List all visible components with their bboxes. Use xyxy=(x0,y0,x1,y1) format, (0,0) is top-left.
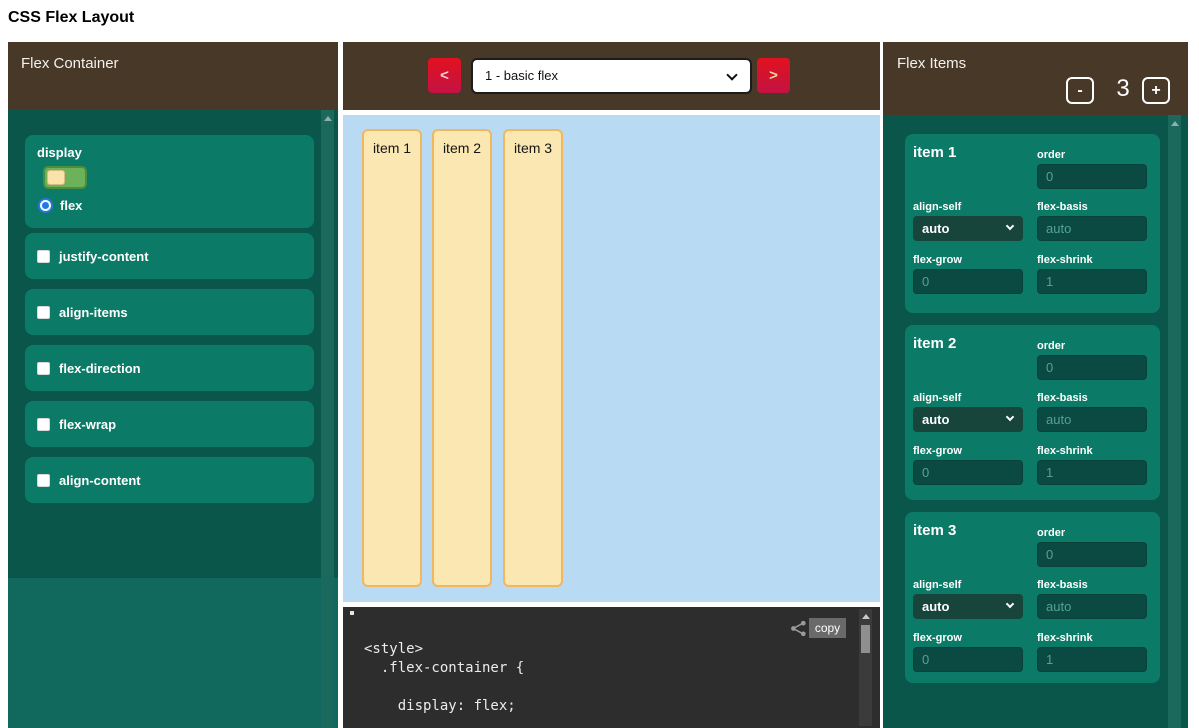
flex-basis-label: flex-basis xyxy=(1037,201,1088,213)
flex-wrap-card: flex-wrap xyxy=(25,401,314,447)
align-items-card: align-items xyxy=(25,289,314,335)
previous-example-button[interactable]: < xyxy=(428,58,461,93)
item-3-order-input[interactable] xyxy=(1037,542,1147,567)
order-label: order xyxy=(1037,149,1065,161)
copy-button[interactable]: copy xyxy=(809,618,846,638)
item-2-align-self-value: auto xyxy=(922,412,949,427)
chevron-down-icon xyxy=(726,69,737,80)
justify-content-checkbox[interactable] xyxy=(37,250,50,263)
display-property-card: display flex xyxy=(25,135,314,228)
scroll-up-icon[interactable] xyxy=(324,116,332,121)
item-1-title: item 1 xyxy=(913,144,956,161)
item-1-card: item 1 order align-self auto flex-basis … xyxy=(905,134,1160,313)
flex-wrap-label: flex-wrap xyxy=(59,417,116,432)
css-code-block: <style> .flex-container { display: flex; xyxy=(364,640,524,716)
preview-panel: < 1 - basic flex > item 1 item 2 item 3 … xyxy=(343,42,880,728)
flex-items-scrollbar[interactable] xyxy=(1168,115,1181,728)
flex-basis-label: flex-basis xyxy=(1037,579,1088,591)
flex-direction-label: flex-direction xyxy=(59,361,141,376)
flex-container-panel-header: Flex Container xyxy=(8,42,338,110)
chevron-down-icon xyxy=(1006,413,1014,421)
chevron-down-icon xyxy=(1006,222,1014,230)
item-1-flex-basis-input[interactable] xyxy=(1037,216,1147,241)
item-3-align-self-value: auto xyxy=(922,599,949,614)
item-3-card: item 3 order align-self auto flex-basis … xyxy=(905,512,1160,683)
align-self-label: align-self xyxy=(913,201,961,213)
align-items-label: align-items xyxy=(59,305,128,320)
flex-radio-label: flex xyxy=(60,198,82,213)
align-self-label: align-self xyxy=(913,392,961,404)
flex-items-panel-header: Flex Items - 3 + xyxy=(883,42,1188,115)
justify-content-card: justify-content xyxy=(25,233,314,279)
align-self-label: align-self xyxy=(913,579,961,591)
flex-radio-dot xyxy=(42,202,49,209)
flex-shrink-label: flex-shrink xyxy=(1037,445,1093,457)
flex-radio[interactable] xyxy=(38,198,53,213)
flex-shrink-label: flex-shrink xyxy=(1037,632,1093,644)
item-1-order-input[interactable] xyxy=(1037,164,1147,189)
code-panel: <style> .flex-container { display: flex;… xyxy=(343,607,880,728)
code-cursor-dot xyxy=(350,611,354,615)
flex-direction-card: flex-direction xyxy=(25,345,314,391)
align-content-checkbox[interactable] xyxy=(37,474,50,487)
preview-flex-item-2: item 2 xyxy=(432,129,492,587)
example-select[interactable]: 1 - basic flex xyxy=(471,58,752,94)
flex-shrink-label: flex-shrink xyxy=(1037,254,1093,266)
preview-header: < 1 - basic flex > xyxy=(343,42,880,110)
flex-container-scrollbar[interactable] xyxy=(321,110,334,728)
remove-item-button[interactable]: - xyxy=(1066,77,1094,104)
item-2-flex-shrink-input[interactable] xyxy=(1037,460,1147,485)
next-example-button[interactable]: > xyxy=(757,58,790,93)
code-scrollbar-thumb[interactable] xyxy=(861,625,870,653)
flex-direction-checkbox[interactable] xyxy=(37,362,50,375)
scroll-up-icon[interactable] xyxy=(1171,121,1179,126)
code-scrollbar[interactable] xyxy=(859,609,872,726)
flex-container-panel-title: Flex Container xyxy=(21,55,119,72)
flex-container-panel-body: display flex justify-content align-items… xyxy=(8,110,338,728)
item-3-flex-grow-input[interactable] xyxy=(913,647,1023,672)
page-title: CSS Flex Layout xyxy=(8,9,134,27)
item-3-flex-basis-input[interactable] xyxy=(1037,594,1147,619)
item-1-align-self-select[interactable]: auto xyxy=(913,216,1023,241)
flex-items-panel-title: Flex Items xyxy=(897,55,966,72)
display-label: display xyxy=(37,145,302,160)
align-items-checkbox[interactable] xyxy=(37,306,50,319)
flex-container-panel: Flex Container display flex justify-cont… xyxy=(8,42,338,728)
chevron-down-icon xyxy=(1006,600,1014,608)
display-toggle-knob xyxy=(47,170,65,185)
item-3-title: item 3 xyxy=(913,522,956,539)
item-2-title: item 2 xyxy=(913,335,956,352)
flex-grow-label: flex-grow xyxy=(913,632,962,644)
scroll-up-icon[interactable] xyxy=(862,614,870,619)
order-label: order xyxy=(1037,340,1065,352)
example-select-value: 1 - basic flex xyxy=(485,68,558,83)
flex-items-panel: Flex Items - 3 + item 1 order align-self… xyxy=(883,42,1188,728)
align-content-label: align-content xyxy=(59,473,141,488)
item-1-align-self-value: auto xyxy=(922,221,949,236)
share-icon[interactable] xyxy=(790,620,807,637)
item-3-align-self-select[interactable]: auto xyxy=(913,594,1023,619)
item-2-flex-grow-input[interactable] xyxy=(913,460,1023,485)
item-2-card: item 2 order align-self auto flex-basis … xyxy=(905,325,1160,500)
item-2-order-input[interactable] xyxy=(1037,355,1147,380)
order-label: order xyxy=(1037,527,1065,539)
display-toggle[interactable] xyxy=(43,166,87,189)
flex-items-panel-body: item 1 order align-self auto flex-basis … xyxy=(883,115,1188,728)
justify-content-label: justify-content xyxy=(59,249,149,264)
item-1-flex-grow-input[interactable] xyxy=(913,269,1023,294)
preview-flex-item-1: item 1 xyxy=(362,129,422,587)
flex-grow-label: flex-grow xyxy=(913,445,962,457)
flex-basis-label: flex-basis xyxy=(1037,392,1088,404)
item-2-align-self-select[interactable]: auto xyxy=(913,407,1023,432)
flex-grow-label: flex-grow xyxy=(913,254,962,266)
item-count: 3 xyxy=(1107,75,1139,103)
item-3-flex-shrink-input[interactable] xyxy=(1037,647,1147,672)
flex-wrap-checkbox[interactable] xyxy=(37,418,50,431)
add-item-button[interactable]: + xyxy=(1142,77,1170,104)
align-content-card: align-content xyxy=(25,457,314,503)
item-1-flex-shrink-input[interactable] xyxy=(1037,269,1147,294)
preview-flex-item-3: item 3 xyxy=(503,129,563,587)
flex-preview-canvas: item 1 item 2 item 3 xyxy=(343,115,880,602)
item-2-flex-basis-input[interactable] xyxy=(1037,407,1147,432)
